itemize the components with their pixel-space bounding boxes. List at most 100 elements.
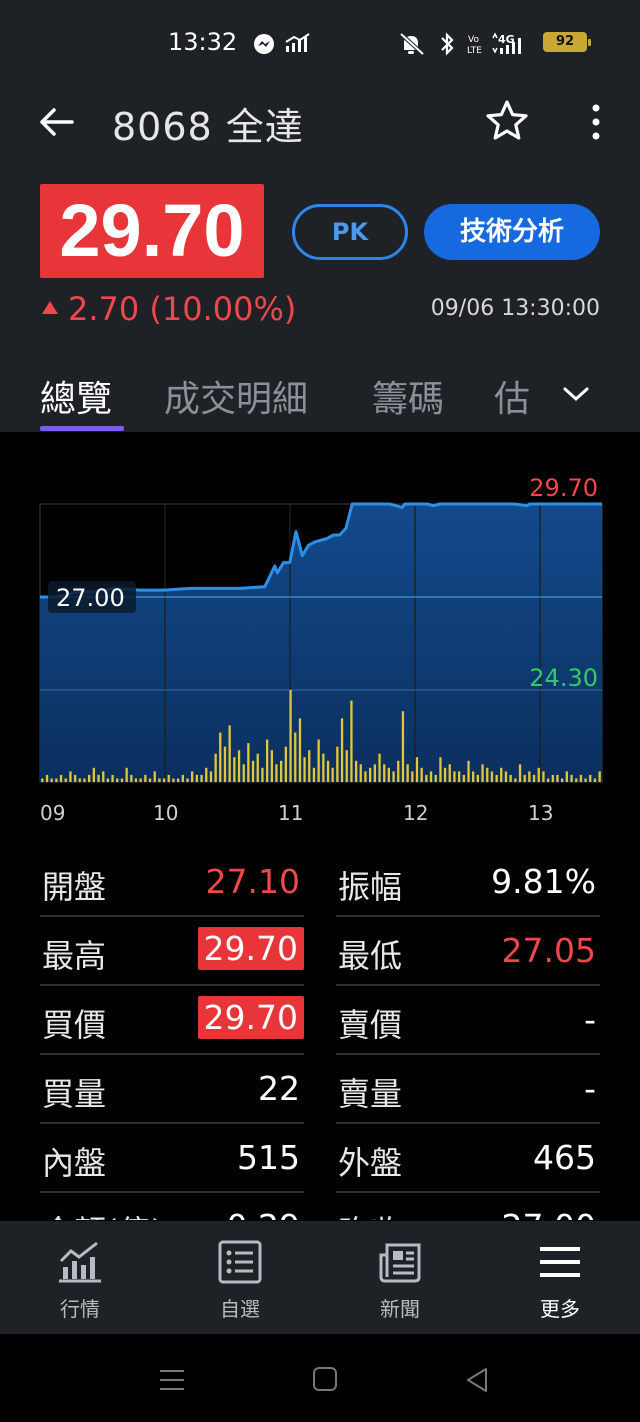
- nav-news[interactable]: 新聞: [320, 1221, 480, 1334]
- tab-overview[interactable]: 總覽: [40, 370, 112, 422]
- volume-bar: [237, 750, 241, 782]
- volume-bar: [284, 746, 287, 782]
- volume-bar: [359, 764, 362, 782]
- price-change-value: 2.70 (10.00%): [68, 290, 297, 328]
- volume-bar: [50, 778, 53, 782]
- volume-bar: [233, 757, 236, 782]
- volume-bar: [476, 774, 479, 782]
- x-tick-label: 10: [153, 801, 178, 825]
- volume-bar: [532, 774, 536, 782]
- volume-bar: [528, 771, 531, 782]
- current-price: 29.70: [40, 184, 264, 278]
- chevron-down-icon[interactable]: [562, 384, 590, 404]
- stat-value: 0.29: [227, 1207, 300, 1220]
- list-icon: [218, 1240, 262, 1284]
- svg-text:LTE: LTE: [467, 46, 482, 56]
- stat-value: -: [584, 1000, 596, 1039]
- volume-bar: [523, 774, 526, 782]
- stat-cell: 買價 29.70: [40, 986, 304, 1055]
- volume-bar: [134, 778, 138, 782]
- volume-bar: [336, 746, 339, 782]
- nav-watchlist[interactable]: 自選: [160, 1221, 320, 1334]
- volume-bar: [434, 774, 437, 782]
- nav-quotes[interactable]: 行情: [0, 1221, 160, 1334]
- volume-bar: [83, 778, 86, 782]
- volume-bar: [280, 760, 283, 782]
- volume-bar: [378, 753, 381, 782]
- volume-bar: [373, 764, 376, 782]
- stock-header: 8068 全達 29.70 PK 技術分析 2.70 (10.00%) 09/0…: [0, 86, 640, 432]
- x-tick-label: 09: [40, 801, 65, 825]
- stat-cell: 外盤 465: [336, 1124, 600, 1193]
- network-4g-icon: 4G: [492, 32, 521, 54]
- intraday-chart[interactable]: 29.70 27.00 24.30 09 10 11 12 13: [0, 432, 640, 830]
- volume-bar: [214, 753, 217, 782]
- volume-bar: [106, 778, 109, 782]
- volume-bar: [467, 760, 470, 782]
- volume-bar: [570, 774, 573, 782]
- volume-bar: [55, 778, 58, 782]
- battery-indicator: 92: [543, 32, 591, 52]
- home-icon[interactable]: [312, 1366, 338, 1392]
- volume-bar: [350, 700, 353, 782]
- volume-bar: [500, 767, 503, 782]
- more-options-icon[interactable]: [586, 102, 606, 142]
- recent-apps-icon[interactable]: [158, 1366, 186, 1394]
- volume-bar: [256, 753, 259, 782]
- volume-bar: [45, 774, 49, 782]
- stat-cell: 昨收 27.00: [336, 1193, 600, 1220]
- volume-bar: [575, 778, 578, 782]
- volume-bar: [69, 771, 72, 782]
- back-icon[interactable]: [464, 1366, 490, 1394]
- stat-cell: 賣量 -: [336, 1055, 600, 1124]
- volume-bar: [509, 774, 512, 782]
- volume-bar: [261, 767, 264, 782]
- volume-bar: [162, 778, 166, 782]
- stat-cell: 開盤 27.10: [40, 848, 304, 917]
- current-price-value: 29.70: [59, 189, 245, 272]
- stat-label: 買價: [42, 1006, 107, 1044]
- volume-bar: [593, 778, 597, 782]
- volume-bar: [561, 778, 564, 782]
- x-tick-label: 11: [278, 801, 303, 825]
- back-arrow-icon[interactable]: [36, 102, 76, 142]
- volume-bar: [219, 732, 222, 782]
- volume-bar: [443, 767, 447, 782]
- nav-more[interactable]: 更多: [480, 1221, 640, 1334]
- volume-bar: [294, 732, 297, 782]
- volume-bar: [584, 778, 587, 782]
- volume-bar: [303, 757, 306, 782]
- y-label-low: 24.30: [529, 664, 598, 692]
- volume-bar: [88, 774, 91, 782]
- volume-bar: [481, 764, 484, 782]
- mute-icon: [399, 32, 425, 56]
- volume-bar: [556, 774, 559, 782]
- tab-chips[interactable]: 籌碼: [372, 370, 444, 422]
- volume-bar: [308, 750, 311, 782]
- nav-watchlist-label: 自選: [220, 1297, 260, 1321]
- volume-bar: [537, 767, 540, 782]
- volume-bar: [411, 771, 414, 782]
- volume-bar: [322, 753, 325, 782]
- volume-bar: [64, 778, 67, 782]
- nav-quotes-label: 行情: [60, 1297, 100, 1321]
- tab-valuation[interactable]: 估: [494, 370, 530, 422]
- nav-more-label: 更多: [540, 1297, 580, 1321]
- stat-value: -: [584, 1069, 596, 1108]
- volume-bar: [92, 767, 95, 782]
- favorite-star-icon[interactable]: [484, 98, 530, 144]
- volume-bar: [589, 774, 592, 782]
- volume-bar: [401, 711, 405, 782]
- volume-bar: [448, 764, 451, 782]
- tab-trade-details[interactable]: 成交明細: [164, 370, 308, 422]
- volume-bar: [598, 771, 601, 782]
- price-change: 2.70 (10.00%): [42, 290, 296, 328]
- stat-label: 最高: [42, 937, 107, 975]
- x-tick-label: 12: [403, 801, 428, 825]
- volume-bar: [312, 767, 316, 782]
- volume-bar: [486, 767, 489, 782]
- stat-label: 最低: [338, 937, 403, 975]
- technical-analysis-button[interactable]: 技術分析: [424, 204, 600, 260]
- quote-timestamp: 09/06 13:30:00: [430, 296, 600, 321]
- pk-button[interactable]: PK: [292, 204, 408, 260]
